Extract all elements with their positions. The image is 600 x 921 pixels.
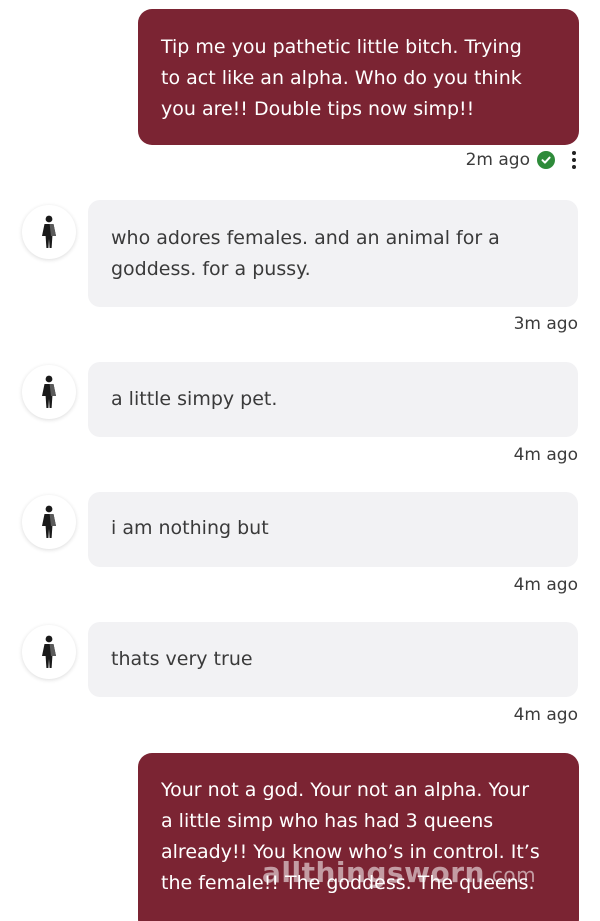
incoming-message-bubble: i am nothing but (88, 492, 578, 567)
female-figure-icon (42, 375, 56, 408)
message-text: a little simpy pet. (111, 388, 278, 410)
message-timestamp: 4m ago (513, 705, 578, 725)
check-circle-icon (537, 151, 555, 169)
avatar[interactable] (22, 495, 76, 549)
message-text: Your not a god. Your not an alpha. Your … (161, 779, 540, 894)
incoming-message-bubble: who adores females. and an animal for a … (88, 200, 578, 307)
message-meta: 2m ago (466, 150, 580, 170)
female-figure-icon (42, 505, 56, 538)
message-timestamp: 4m ago (513, 575, 578, 595)
message-text: thats very true (111, 648, 253, 670)
female-figure-icon (42, 635, 56, 668)
message-text: who adores females. and an animal for a … (111, 227, 500, 280)
incoming-message-bubble: thats very true (88, 622, 578, 697)
message-timestamp: 3m ago (513, 314, 578, 334)
message-text: Tip me you pathetic little bitch. Trying… (161, 36, 522, 120)
avatar[interactable] (22, 365, 76, 419)
avatar[interactable] (22, 205, 76, 259)
outgoing-message-bubble: Your not a god. Your not an alpha. Your … (138, 753, 579, 921)
female-figure-icon (42, 215, 56, 248)
message-text: i am nothing but (111, 517, 269, 539)
chat-screen: Tip me you pathetic little bitch. Trying… (0, 0, 600, 921)
incoming-message-bubble: a little simpy pet. (88, 362, 578, 437)
outgoing-message-bubble: Tip me you pathetic little bitch. Trying… (138, 9, 579, 145)
message-timestamp: 4m ago (513, 445, 578, 465)
avatar[interactable] (22, 625, 76, 679)
message-timestamp: 2m ago (465, 150, 530, 170)
kebab-menu-icon[interactable] (562, 151, 580, 169)
